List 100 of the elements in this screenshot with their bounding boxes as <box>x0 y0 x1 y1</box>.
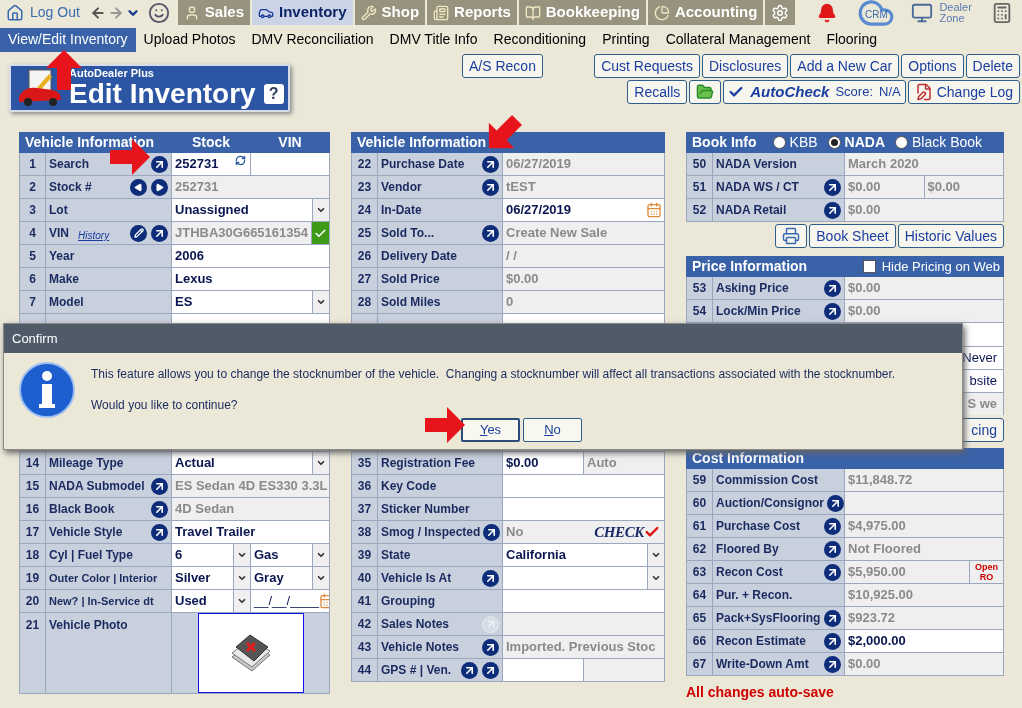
panel-header: Vehicle Information <box>351 132 665 153</box>
row-number: 66 <box>686 630 713 652</box>
field-label: Lot <box>49 202 68 219</box>
toolbar-button[interactable]: Add a New Car <box>790 54 900 78</box>
dropdown[interactable]: Actual <box>172 452 330 474</box>
history-link[interactable]: History <box>78 228 110 243</box>
dialog-button[interactable]: No <box>523 418 582 442</box>
input-field[interactable] <box>503 590 665 612</box>
sub-nav-item[interactable]: View/Edit Inventory <box>0 27 136 52</box>
input-field[interactable] <box>251 153 330 175</box>
sub-nav-item[interactable]: Flooring <box>818 27 885 52</box>
row-number: 20 <box>19 590 46 612</box>
input-field[interactable]: $2,000.00 <box>845 630 1004 652</box>
date-field[interactable]: __/__/____ <box>251 590 330 612</box>
readonly-field: 0 <box>503 291 665 313</box>
bell-icon[interactable] <box>817 2 838 23</box>
input-field[interactable]: 252731 <box>172 153 251 175</box>
row-number: 17 <box>19 521 46 543</box>
sub-nav-item[interactable]: Reconditioning <box>485 27 595 52</box>
calendar-icon[interactable] <box>646 202 662 218</box>
radio-option[interactable]: NADA <box>827 132 885 153</box>
checkbox-option[interactable]: Hide Pricing on Web <box>862 256 1000 277</box>
logout-link[interactable]: Log Out <box>30 2 80 23</box>
field-label: Recon Estimate <box>716 633 807 650</box>
dropdown[interactable]: ES <box>172 291 330 313</box>
toolbar-button[interactable]: Disclosures <box>702 54 789 78</box>
dropdown[interactable]: Gray <box>251 567 330 589</box>
caret-icon[interactable] <box>647 567 664 589</box>
caret-icon[interactable] <box>233 544 250 566</box>
recon-button[interactable]: A/S Recon <box>462 54 543 78</box>
pointer-arrow-icon <box>425 405 465 445</box>
row-number: 44 <box>351 659 378 681</box>
toolbar-button[interactable]: Delete <box>965 54 1020 78</box>
monitor-icon[interactable] <box>911 1 934 24</box>
input-field[interactable] <box>503 498 665 520</box>
caret-icon[interactable] <box>312 199 329 221</box>
field-label: Pur. + Recon. <box>716 587 793 604</box>
row-number: 65 <box>686 607 713 629</box>
nav-tab[interactable]: Inventory <box>252 0 353 25</box>
sub-nav-item[interactable]: Collateral Management <box>657 27 819 52</box>
input-field[interactable]: 06/27/2019 <box>503 199 665 221</box>
input-field[interactable]: $0.00 <box>503 452 584 474</box>
change-log-button[interactable]: Change Log <box>907 80 1020 104</box>
caret-icon[interactable] <box>647 544 664 566</box>
dropdown[interactable]: Silver <box>172 567 251 589</box>
broken-image-icon <box>229 633 272 673</box>
input-field[interactable]: Lexus <box>172 268 330 290</box>
refresh-icon[interactable] <box>235 155 246 166</box>
caret-icon[interactable] <box>233 567 250 589</box>
readonly-field: No CHECK <box>503 521 665 543</box>
field-label: Make <box>49 271 80 288</box>
smiley-icon[interactable] <box>147 1 170 24</box>
sub-nav-item[interactable]: Printing <box>594 27 658 52</box>
caret-icon[interactable] <box>312 544 329 566</box>
field-label: Vehicle Style <box>49 524 123 541</box>
row-number: 41 <box>351 590 378 612</box>
caret-icon[interactable] <box>312 291 329 313</box>
recalls-button[interactable]: Recalls <box>627 80 688 104</box>
readonly-field: $11,848.72 <box>845 469 1004 491</box>
field-label: Mileage Type <box>49 455 124 472</box>
book-button[interactable]: Book Sheet <box>809 224 896 248</box>
dropdown[interactable]: 6 <box>172 544 251 566</box>
dropdown[interactable]: California <box>503 544 665 566</box>
readonly-field: $923.72 <box>845 607 1004 629</box>
book-button[interactable]: Historic Values <box>897 224 1004 248</box>
caret-icon[interactable] <box>312 452 329 474</box>
photo-placeholder[interactable] <box>197 613 304 693</box>
dropdown[interactable]: Gas <box>251 544 330 566</box>
dropdown[interactable]: Unassigned <box>172 199 330 221</box>
toolbar-button[interactable]: Options <box>901 54 964 78</box>
radio-option[interactable]: Black Book <box>895 132 983 153</box>
dropdown[interactable]: Used <box>172 590 251 612</box>
row-number: 42 <box>351 613 378 635</box>
crm-button[interactable]: CRM <box>857 0 896 25</box>
help-button[interactable]: ? <box>263 84 284 104</box>
sub-nav-item[interactable]: DMV Title Info <box>381 27 486 52</box>
caret-icon[interactable] <box>312 567 329 589</box>
row-number: 21 <box>19 613 46 693</box>
input-field[interactable]: Travel Trailer <box>172 521 330 543</box>
dialog-button[interactable]: Yes <box>461 418 520 442</box>
folder-button[interactable] <box>689 80 722 104</box>
row-number: 37 <box>351 498 378 520</box>
toolbar-button[interactable]: Cust Requests <box>594 54 700 78</box>
print-button[interactable] <box>775 224 808 248</box>
readonly-field: $0.00 <box>503 268 665 290</box>
input-field[interactable] <box>503 475 665 497</box>
open-ro-note[interactable]: Open RO <box>970 561 1004 583</box>
sub-nav-item[interactable]: Upload Photos <box>135 27 244 52</box>
radio-option[interactable]: KBB <box>772 132 818 153</box>
readonly-field: $5,950.00 <box>845 561 970 583</box>
dealer-zone-link[interactable]: Dealer Zone <box>939 1 980 24</box>
input-field[interactable]: 2006 <box>172 245 330 267</box>
sub-nav-item[interactable]: DMV Reconciliation <box>243 27 382 52</box>
autocheck-button[interactable]: AutoCheck Score: N/A <box>723 80 906 104</box>
settings-icon[interactable] <box>765 0 796 25</box>
input-field[interactable] <box>503 659 584 681</box>
home-icon[interactable] <box>6 3 24 22</box>
caret-icon[interactable] <box>233 590 250 612</box>
dialog-title-bar: Confirm <box>4 324 962 353</box>
readonly-field: Auto <box>584 452 665 474</box>
